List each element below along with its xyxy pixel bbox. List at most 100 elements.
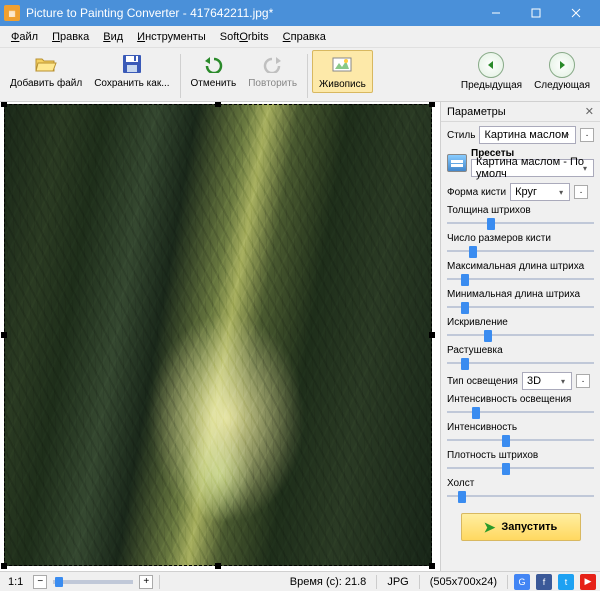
painting-icon — [330, 53, 354, 77]
resize-handle-mr[interactable] — [429, 332, 435, 338]
resize-handle-bl[interactable] — [1, 563, 7, 569]
add-file-button[interactable]: Добавить файл — [4, 50, 88, 91]
facebook-icon[interactable]: f — [536, 574, 552, 590]
brush-shape-combo[interactable]: Круг ▾ — [510, 183, 570, 201]
next-image-button[interactable]: Следующая — [528, 50, 596, 93]
zoom-ratio: 1:1 — [4, 576, 27, 588]
maximize-button[interactable] — [516, 0, 556, 26]
slider-thumb[interactable] — [461, 274, 469, 286]
prev-image-button[interactable]: Предыдущая — [455, 50, 528, 93]
slider-label-stroke_thickness: Толщина штрихов — [447, 205, 594, 216]
statusbar: 1:1 − + Время (с): 21.8 JPG (505x700x24)… — [0, 571, 600, 591]
redo-button[interactable]: Повторить — [242, 50, 303, 91]
slider-thumb[interactable] — [502, 463, 510, 475]
toolbar: Добавить файл Сохранить как... Отменить … — [0, 48, 600, 102]
canvas-area[interactable] — [0, 102, 440, 571]
separator — [180, 54, 181, 98]
tool-label: Живопись — [319, 79, 366, 90]
slider-feather[interactable] — [447, 356, 594, 370]
resize-handle-tm[interactable] — [215, 102, 221, 107]
slider-thumb[interactable] — [458, 491, 466, 503]
menu-edit[interactable]: Правка — [45, 29, 96, 45]
zoom-slider[interactable] — [53, 580, 133, 584]
tool-label: Повторить — [248, 78, 297, 89]
slider-stroke_density[interactable] — [447, 461, 594, 475]
combo-value: Картина маслом - По умолч — [476, 156, 589, 180]
slider-label-brush_sizes: Число размеров кисти — [447, 233, 594, 244]
slider-intensity[interactable] — [447, 433, 594, 447]
resize-handle-tl[interactable] — [1, 102, 7, 107]
resize-handle-ml[interactable] — [1, 332, 7, 338]
format-cell: JPG — [383, 576, 412, 588]
brush-shape-extra-button[interactable]: · — [574, 185, 588, 199]
chevron-down-icon: ▾ — [579, 162, 591, 174]
chevron-down-icon: ▾ — [555, 186, 567, 198]
zoom-out-button[interactable]: − — [33, 575, 47, 589]
twitter-icon[interactable]: t — [558, 574, 574, 590]
tool-label: Предыдущая — [461, 80, 522, 91]
menu-tools[interactable]: Инструменты — [130, 29, 213, 45]
menubar: Файл Правка Вид Инструменты SoftOrbits С… — [0, 26, 600, 48]
chevron-down-icon: ▾ — [561, 129, 573, 141]
run-button[interactable]: ➤ Запустить — [461, 513, 581, 541]
slider-label-canvas: Холст — [447, 478, 594, 489]
slider-thumb[interactable] — [469, 246, 477, 258]
slider-light_intensity[interactable] — [447, 405, 594, 419]
slider-thumb[interactable] — [55, 577, 63, 587]
play-icon: ➤ — [484, 519, 496, 536]
preset-combo[interactable]: Картина маслом - По умолч ▾ — [471, 159, 594, 177]
style-label: Стиль — [447, 130, 475, 141]
app-icon: ▦ — [4, 5, 20, 21]
menu-file[interactable]: Файл — [4, 29, 45, 45]
presets-icon — [447, 154, 467, 172]
resize-handle-br[interactable] — [429, 563, 435, 569]
slider-stroke_thickness[interactable] — [447, 216, 594, 230]
slider-thumb[interactable] — [502, 435, 510, 447]
slider-thumb[interactable] — [472, 407, 480, 419]
slider-canvas[interactable] — [447, 489, 594, 503]
slider-label-min_stroke_len: Минимальная длина штриха — [447, 289, 594, 300]
slider-label-max_stroke_len: Максимальная длина штриха — [447, 261, 594, 272]
redo-icon — [261, 52, 285, 76]
minimize-button[interactable] — [476, 0, 516, 26]
zoom-in-button[interactable]: + — [139, 575, 153, 589]
parameters-panel: Параметры ✕ Стиль Картина маслом ▾ · Пре… — [440, 102, 600, 571]
slider-label-intensity: Интенсивность — [447, 422, 594, 433]
panel-header: Параметры ✕ — [441, 102, 600, 122]
separator — [307, 54, 308, 98]
combo-value: Картина маслом — [484, 129, 568, 141]
resize-handle-bm[interactable] — [215, 563, 221, 569]
google-icon[interactable]: G — [514, 574, 530, 590]
menu-help[interactable]: Справка — [276, 29, 333, 45]
close-button[interactable] — [556, 0, 596, 26]
slider-thumb[interactable] — [461, 358, 469, 370]
slider-thumb[interactable] — [484, 330, 492, 342]
menu-view[interactable]: Вид — [96, 29, 130, 45]
tool-label: Отменить — [191, 78, 237, 89]
style-combo[interactable]: Картина маслом ▾ — [479, 126, 576, 144]
slider-max_stroke_len[interactable] — [447, 272, 594, 286]
save-as-button[interactable]: Сохранить как... — [88, 50, 175, 91]
menu-softorbits[interactable]: SoftOrbits — [213, 29, 276, 45]
painted-image — [4, 104, 432, 566]
brush-shape-label: Форма кисти — [447, 187, 506, 198]
lighting-extra-button[interactable]: · — [576, 374, 590, 388]
slider-thumb[interactable] — [487, 218, 495, 230]
panel-close-icon[interactable]: ✕ — [585, 105, 594, 118]
image-canvas[interactable] — [4, 104, 432, 566]
resize-handle-tr[interactable] — [429, 102, 435, 107]
time-cell: Время (с): 21.8 — [286, 576, 371, 588]
window-title: Picture to Painting Converter - 41764221… — [26, 6, 476, 20]
youtube-icon[interactable]: ▶ — [580, 574, 596, 590]
slider-min_stroke_len[interactable] — [447, 300, 594, 314]
combo-value: Круг — [515, 186, 537, 198]
undo-button[interactable]: Отменить — [185, 50, 243, 91]
slider-curvature[interactable] — [447, 328, 594, 342]
style-extra-button[interactable]: · — [580, 128, 594, 142]
combo-value: 3D — [527, 375, 541, 387]
slider-thumb[interactable] — [461, 302, 469, 314]
painting-button[interactable]: Живопись — [312, 50, 373, 93]
lighting-type-combo[interactable]: 3D▾ — [522, 372, 572, 390]
slider-label-curvature: Искривление — [447, 317, 594, 328]
slider-brush_sizes[interactable] — [447, 244, 594, 258]
